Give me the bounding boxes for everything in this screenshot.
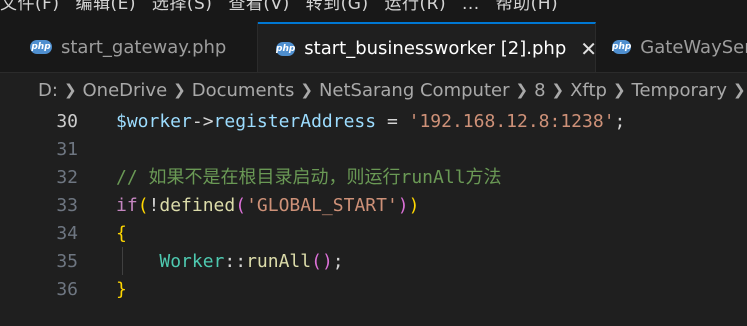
code-line[interactable]: 30 $worker->registerAddress = '192.168.12… [0,108,747,136]
code-token: ; [614,111,626,132]
php-file-icon: php [30,40,52,54]
tab-label: start_gateway.php [61,36,227,58]
breadcrumb-item[interactable]: Documents [192,80,295,101]
php-file-icon: php [276,41,296,56]
menu-item-more[interactable]: ... [462,0,480,14]
code-token: if [116,195,138,216]
breadcrumb: D: ❯ OneDrive ❯ Documents ❯ NetSarang Co… [0,73,747,107]
menu-track: 文件(F) 编辑(E) 选择(S) 查看(V) 转到(G) 运行(R) ... … [0,0,568,14]
line-number: 33 [56,195,78,216]
code-line[interactable]: 33 if(!defined('GLOBAL_START')) [0,192,747,220]
code-token: defined [159,195,236,216]
php-file-icon: php [612,40,632,54]
code-token: '192.168.12.8:1238' [408,111,615,132]
code-token: ) [321,251,333,272]
code-text: // 如果不是在根目录启动，则运行runAll方法 [116,164,502,192]
code-token: ) [397,195,409,216]
code-token: Worker [159,251,225,272]
chevron-right-icon: ❯ [300,81,313,99]
menu-item-help[interactable]: 帮助(H) [496,0,559,14]
tab-label: start_businessworker [2].php [304,38,567,59]
code-token: = [376,111,409,132]
code-token: :: [224,251,247,272]
breadcrumb-item[interactable]: Temporary [632,80,727,101]
line-number: 36 [56,279,78,300]
chevron-right-icon: ❯ [515,81,529,99]
code-text: if(!defined('GLOBAL_START')) [116,192,419,220]
code-text: } [116,276,127,304]
code-line[interactable]: 31 [0,136,747,164]
code-token: ( [235,195,247,216]
tab-gateway-server[interactable]: php GateWayServer.php [596,22,747,72]
line-number: 31 [56,139,78,160]
chevron-right-icon: ❯ [732,81,746,99]
tab-start-businessworker[interactable]: php start_businessworker [2].php ✕ [258,22,597,72]
code-line[interactable]: 34 { [0,220,747,248]
line-number: 35 [56,251,78,272]
code-editor[interactable]: 30 $worker->registerAddress = '192.168.12… [0,107,747,326]
code-line[interactable]: 36} [0,276,747,304]
breadcrumb-item[interactable]: Xftp [570,80,607,101]
menu-item-run[interactable]: 运行(R) [385,0,447,14]
code-text: { [116,220,127,248]
code-text: $worker->registerAddress = '192.168.12.8… [116,108,625,136]
chevron-right-icon: ❯ [173,81,186,99]
menu-item-edit[interactable]: 编辑(E) [75,0,136,14]
tab-label: GateWayServer.php [640,36,747,58]
code-token: $worker [116,111,192,132]
close-icon[interactable]: ✕ [580,37,597,61]
breadcrumb-item[interactable]: 8 [534,80,545,101]
menu-bar: 文件(F) 编辑(E) 选择(S) 查看(V) 转到(G) 运行(R) ... … [0,0,747,22]
code-token: } [116,279,127,300]
menu-item-view[interactable]: 查看(V) [228,0,289,14]
code-token: ( [311,251,322,272]
menu-item-selection[interactable]: 选择(S) [152,0,213,14]
code-token: // 如果不是在根目录启动，则运行runAll方法 [116,167,502,188]
code-text: Worker::runAll(); [116,248,344,276]
menu-item-file[interactable]: 文件(F) [0,0,60,14]
breadcrumb-item[interactable]: NetSarang Computer [319,80,510,101]
code-line[interactable]: 32 // 如果不是在根目录启动，则运行runAll方法 [0,164,747,192]
editor-tab-bar: php start_gateway.php php start_business… [0,22,747,73]
line-number: 34 [56,223,78,244]
line-number: 32 [56,167,78,188]
code-token: -> [191,111,214,132]
code-token: ! [148,195,160,216]
breadcrumb-item[interactable]: D: [38,80,58,101]
code-token: ( [137,195,149,216]
code-token: 'GLOBAL_START' [246,195,398,216]
chevron-right-icon: ❯ [551,81,565,99]
chevron-right-icon: ❯ [63,81,77,99]
code-token: runAll [246,251,312,272]
code-token: ; [332,251,344,272]
breadcrumb-item[interactable]: OneDrive [83,80,168,101]
menu-item-go[interactable]: 转到(G) [306,0,369,14]
code-line[interactable]: 35 Worker::runAll(); [0,248,747,276]
tab-start-gateway[interactable]: php start_gateway.php [0,22,258,72]
chevron-right-icon: ❯ [612,81,626,99]
code-token: { [116,223,127,244]
code-token: ) [408,195,420,216]
line-number: 30 [56,111,78,132]
code-token: registerAddress [213,111,377,132]
